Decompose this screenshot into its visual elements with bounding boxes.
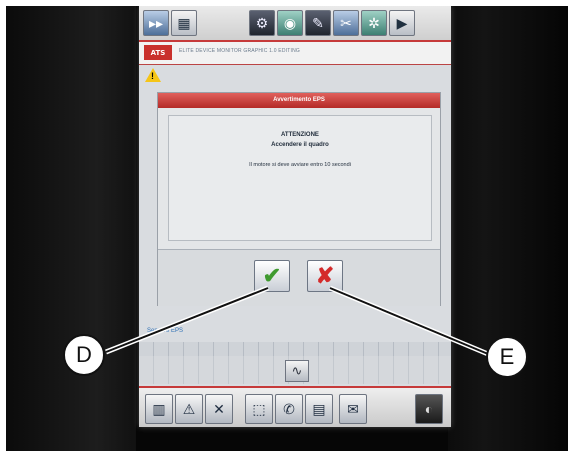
callout-e: E <box>486 336 528 378</box>
photo-frame: ▸▸ ▦ ⚙ ◉ ✎ ✂ ✲ ▶ ATS ELITE DEVICE MONITO… <box>6 6 568 451</box>
callout-lines <box>105 285 489 357</box>
callout-d: D <box>63 334 105 376</box>
